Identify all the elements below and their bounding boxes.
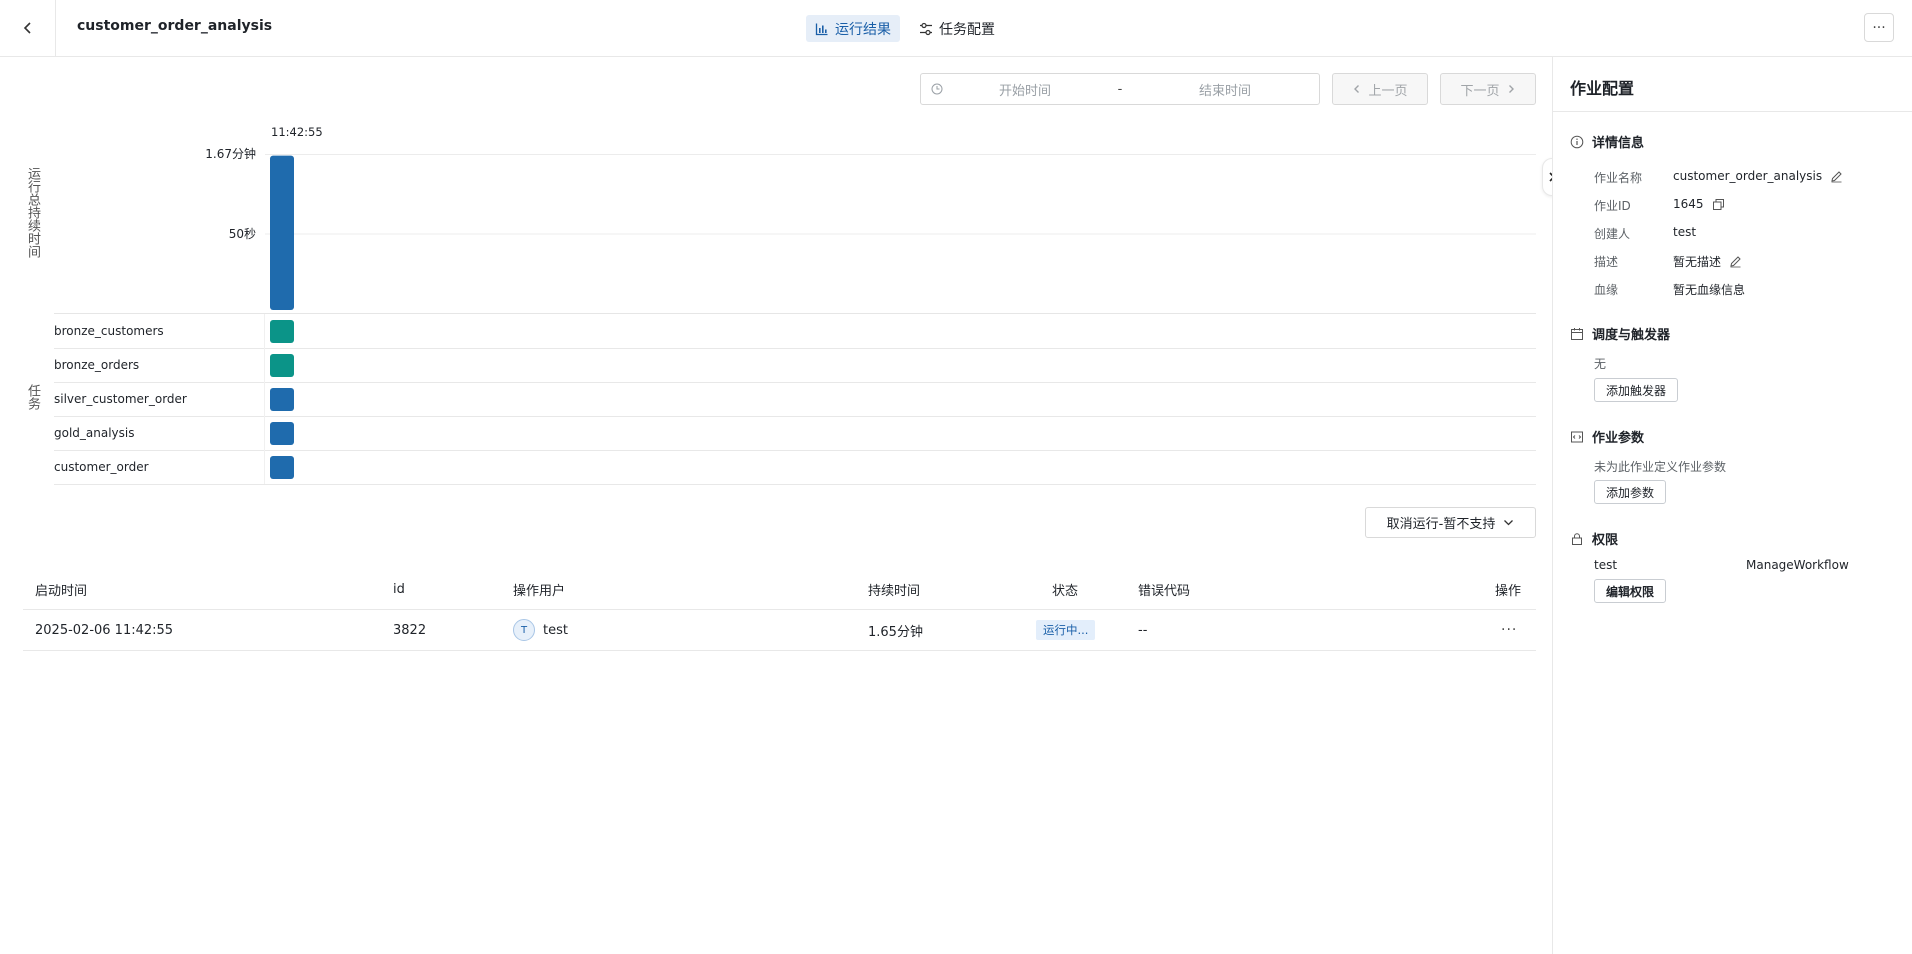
add-trigger-button[interactable]: 添加触发器 — [1594, 378, 1679, 402]
y-tick-label: 1.67分钟 — [205, 147, 256, 161]
top-header: customer_order_analysis 运行结果 任务配置 ··· — [0, 0, 1912, 57]
copy-icon[interactable] — [1712, 198, 1725, 211]
creator-key: 创建人 — [1594, 227, 1631, 241]
run-duration-bar — [270, 155, 294, 310]
schedule-value: 无 — [1594, 357, 1607, 371]
column-header: 操作 — [1495, 584, 1522, 599]
tab-run-results[interactable]: 运行结果 — [806, 15, 900, 42]
lock-icon — [1572, 532, 1582, 545]
description-value: 暂无描述 — [1673, 253, 1742, 270]
status-cell: 运行中... — [1036, 610, 1096, 650]
chart-canvas — [54, 154, 1536, 485]
permissions-heading: 权限 — [1592, 533, 1619, 548]
edit-permissions-button[interactable]: 编辑权限 — [1594, 579, 1667, 603]
task-status-block — [270, 456, 294, 479]
page-title: customer_order_analysis — [77, 18, 273, 34]
calendar-icon — [1571, 327, 1583, 340]
error-code-cell: -- — [1138, 622, 1148, 638]
permission-level: ManageWorkflow — [1746, 558, 1849, 572]
view-tabs: 运行结果 任务配置 — [806, 15, 1004, 42]
column-header: 启动时间 — [35, 584, 88, 599]
params-section-heading: 作业参数 — [1570, 427, 1644, 446]
main-content: 开始时间 - 结束时间 上一页 下一页 11:42:55 运行总持续时间 任务 … — [0, 57, 1552, 954]
chevron-down-icon — [1504, 520, 1514, 526]
column-header: id — [393, 582, 405, 597]
job-config-panel: 作业配置 详情信息 作业名称 customer_order_analysis 作… — [1552, 57, 1912, 954]
duration-cell: 1.65分钟 — [868, 624, 923, 640]
y-axis-title-tasks: 任务 — [25, 384, 40, 410]
status-badge: 运行中... — [1036, 620, 1096, 640]
table-row[interactable]: 2025-02-06 11:42:55 3822 T test 1.65分钟 运… — [23, 610, 1536, 651]
more-horizontal-icon[interactable]: ··· — [1501, 622, 1517, 638]
column-header: 操作用户 — [513, 584, 566, 599]
more-horizontal-icon: ··· — [1872, 19, 1886, 36]
params-empty-text: 未为此作业定义作业参数 — [1594, 460, 1727, 474]
details-heading: 详情信息 — [1592, 136, 1645, 151]
permissions-section-heading: 权限 — [1570, 529, 1618, 548]
cancel-run-dropdown[interactable]: 取消运行-暂不支持 — [1365, 507, 1536, 538]
run-timeline-chart: 11:42:55 运行总持续时间 任务 1.67分钟 50秒 bronze_cu… — [0, 57, 1552, 497]
cancel-run-label: 取消运行-暂不支持 — [1386, 517, 1496, 532]
runs-table: 启动时间 id 操作用户 持续时间 状态 错误代码 操作 2025-02-06 … — [23, 570, 1536, 651]
task-label: bronze_orders — [54, 358, 140, 372]
column-header: 错误代码 — [1138, 584, 1191, 599]
sliders-icon — [920, 22, 932, 35]
table-header: 启动时间 id 操作用户 持续时间 状态 错误代码 操作 — [23, 570, 1536, 610]
avatar: T — [513, 619, 535, 641]
job-name-key: 作业名称 — [1594, 171, 1643, 185]
start-time-cell: 2025-02-06 11:42:55 — [35, 622, 174, 638]
user-name: test — [543, 622, 568, 638]
column-header: 持续时间 — [868, 584, 921, 599]
add-param-button[interactable]: 添加参数 — [1594, 480, 1667, 504]
schedule-heading: 调度与触发器 — [1592, 328, 1671, 343]
task-status-block — [270, 320, 294, 343]
user-cell: T test — [513, 610, 568, 650]
task-status-block — [270, 422, 294, 445]
description-text: 暂无描述 — [1673, 255, 1722, 269]
bar-chart-icon — [815, 23, 828, 35]
column-header: 状态 — [1052, 584, 1079, 599]
creator-value: test — [1673, 225, 1697, 239]
schedule-section-heading: 调度与触发器 — [1570, 324, 1670, 343]
details-section-heading: 详情信息 — [1570, 132, 1644, 151]
description-key: 描述 — [1594, 255, 1619, 269]
y-tick-label: 50秒 — [228, 227, 256, 241]
panel-title: 作业配置 — [1570, 79, 1635, 98]
tab-task-config-label: 任务配置 — [939, 21, 995, 38]
task-label: gold_analysis — [54, 426, 135, 440]
job-name-text: customer_order_analysis — [1673, 169, 1823, 183]
code-icon — [1571, 431, 1583, 442]
permission-user: test — [1594, 558, 1618, 572]
panel-divider — [1553, 111, 1912, 112]
tab-task-config[interactable]: 任务配置 — [910, 15, 1004, 42]
tab-run-results-label: 运行结果 — [835, 21, 891, 38]
run-time-label: 11:42:55 — [271, 125, 323, 139]
job-id-key: 作业ID — [1594, 199, 1631, 213]
task-label: bronze_customers — [54, 324, 164, 338]
run-id-cell: 3822 — [393, 622, 427, 638]
task-label: silver_customer_order — [54, 392, 187, 406]
task-label: customer_order — [54, 460, 149, 474]
params-heading: 作业参数 — [1592, 431, 1645, 446]
task-status-block — [270, 388, 294, 411]
job-name-value: customer_order_analysis — [1673, 169, 1843, 183]
edit-icon[interactable] — [1729, 255, 1742, 268]
row-actions[interactable]: ··· — [1501, 610, 1517, 650]
info-icon — [1570, 135, 1584, 148]
edit-icon[interactable] — [1830, 170, 1843, 183]
y-axis-title-duration: 运行总持续时间 — [25, 167, 40, 258]
job-id-text: 1645 — [1673, 197, 1704, 211]
chevron-left-icon — [23, 22, 31, 34]
lineage-value: 暂无血缘信息 — [1673, 283, 1746, 297]
job-id-value: 1645 — [1673, 197, 1725, 211]
more-options-button[interactable]: ··· — [1864, 13, 1894, 42]
task-status-block — [270, 354, 294, 377]
back-button[interactable] — [0, 0, 56, 56]
lineage-key: 血缘 — [1594, 283, 1619, 297]
